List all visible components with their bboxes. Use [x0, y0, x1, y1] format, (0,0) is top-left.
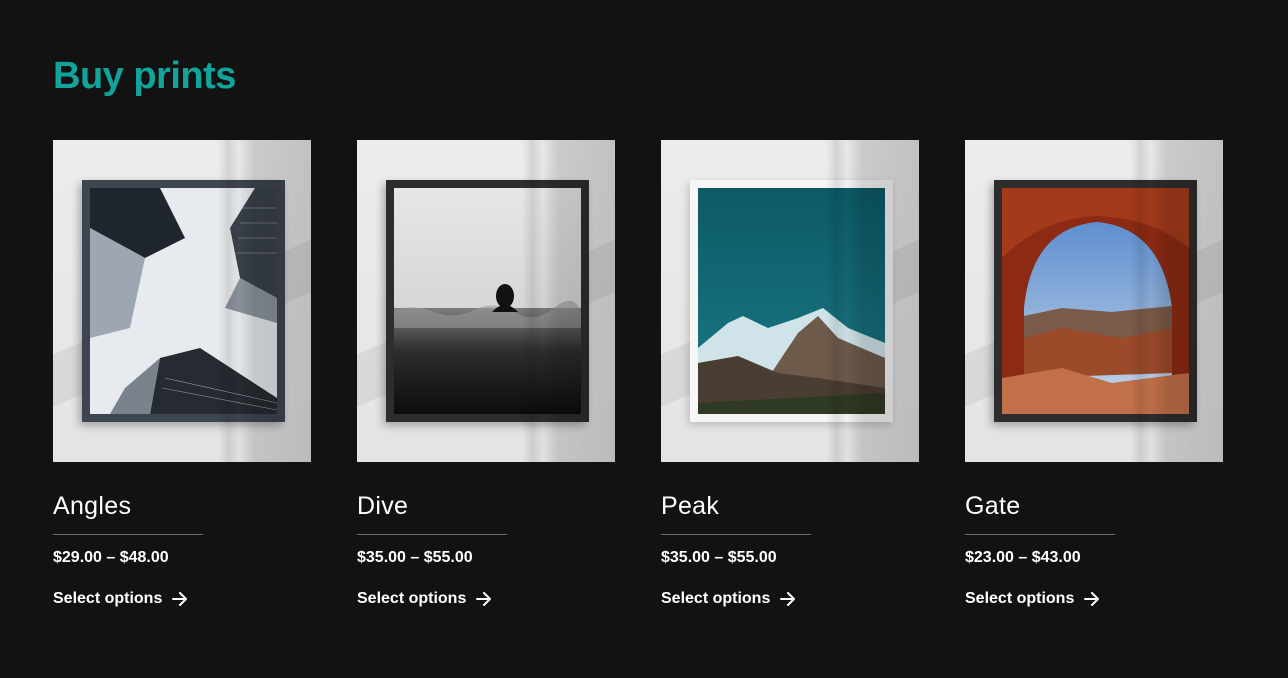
divider — [53, 534, 203, 535]
product-card-peak: Peak $35.00 – $55.00 Select options — [661, 140, 919, 609]
picture-frame — [690, 180, 893, 422]
product-title[interactable]: Dive — [357, 490, 615, 522]
product-price: $35.00 – $55.00 — [661, 549, 777, 566]
product-grid: Angles $29.00 – $48.00 Select options Di… — [53, 140, 1223, 609]
arrow-right-icon — [1084, 592, 1100, 606]
product-price: $23.00 – $43.00 — [965, 549, 1081, 566]
product-card-angles: Angles $29.00 – $48.00 Select options — [53, 140, 311, 609]
product-image-gate[interactable] — [965, 140, 1223, 462]
product-card-dive: Dive $35.00 – $55.00 Select options — [357, 140, 615, 609]
product-image-peak[interactable] — [661, 140, 919, 462]
picture-frame — [82, 180, 285, 422]
product-title[interactable]: Gate — [965, 490, 1223, 522]
section-title: Buy prints — [53, 55, 236, 97]
arrow-right-icon — [780, 592, 796, 606]
divider — [661, 534, 811, 535]
select-options-label: Select options — [661, 590, 771, 607]
select-options-button[interactable]: Select options — [965, 589, 1100, 609]
select-options-button[interactable]: Select options — [661, 589, 796, 609]
divider — [357, 534, 507, 535]
picture-frame — [386, 180, 589, 422]
arrow-right-icon — [476, 592, 492, 606]
product-image-dive[interactable] — [357, 140, 615, 462]
select-options-label: Select options — [53, 590, 163, 607]
picture-frame — [994, 180, 1197, 422]
divider — [965, 534, 1115, 535]
product-image-angles[interactable] — [53, 140, 311, 462]
select-options-button[interactable]: Select options — [357, 589, 492, 609]
product-card-gate: Gate $23.00 – $43.00 Select options — [965, 140, 1223, 609]
product-price: $29.00 – $48.00 — [53, 549, 169, 566]
product-title[interactable]: Angles — [53, 490, 311, 522]
select-options-label: Select options — [965, 590, 1075, 607]
product-title[interactable]: Peak — [661, 490, 919, 522]
select-options-label: Select options — [357, 590, 467, 607]
arrow-right-icon — [172, 592, 188, 606]
product-price: $35.00 – $55.00 — [357, 549, 473, 566]
select-options-button[interactable]: Select options — [53, 589, 188, 609]
